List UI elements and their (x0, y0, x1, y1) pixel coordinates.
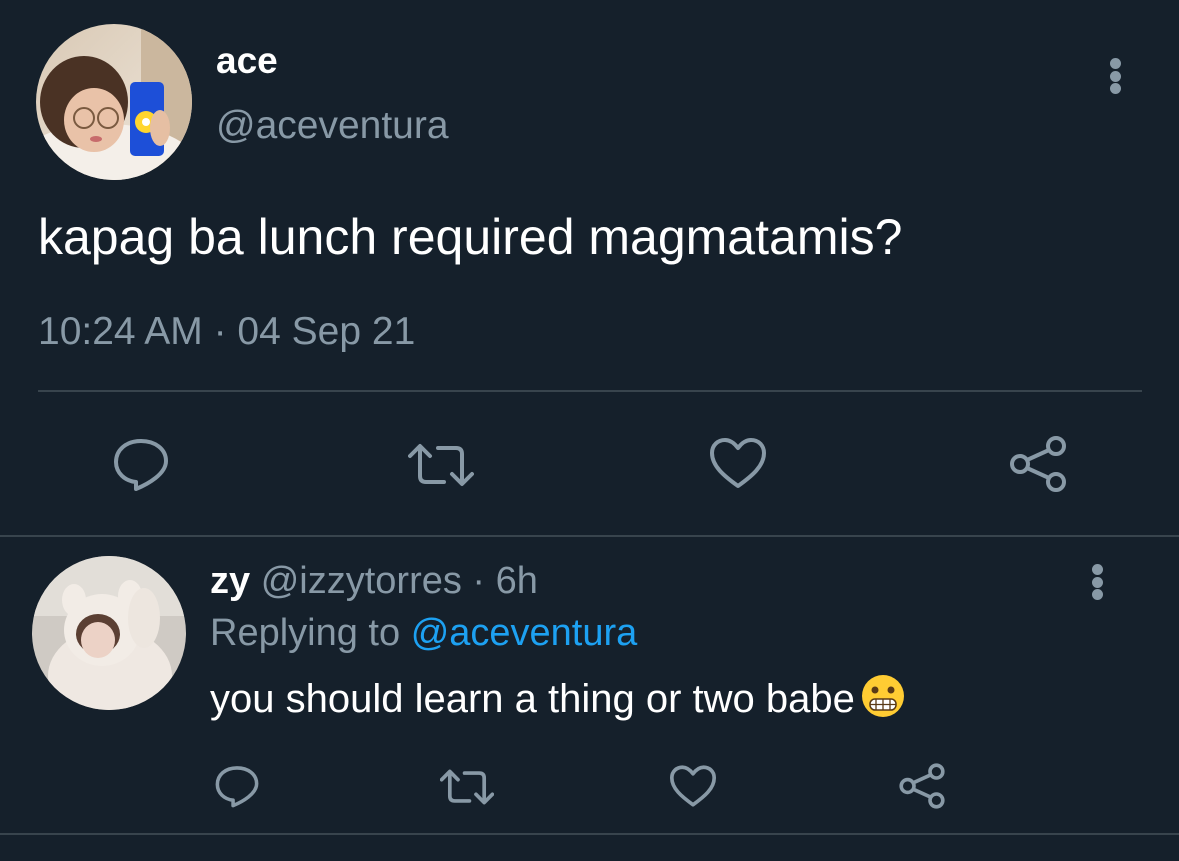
replying-mention[interactable]: @aceventura (411, 612, 638, 654)
main-avatar[interactable] (36, 24, 192, 180)
tweet-separator (0, 535, 1179, 537)
share-icon[interactable] (1008, 434, 1068, 494)
reply-like-icon[interactable] (668, 764, 718, 808)
replying-prefix: Replying to (210, 612, 401, 654)
reply-retweet-icon[interactable] (440, 768, 494, 806)
grimacing-face-emoji (861, 675, 904, 717)
reply-header: zy @izzytorres · 6h (210, 560, 538, 603)
reply-avatar[interactable] (32, 556, 186, 710)
main-more-options-icon[interactable] (1108, 58, 1122, 94)
main-divider (38, 390, 1142, 392)
like-icon[interactable] (708, 436, 768, 490)
reply-separator-line (0, 833, 1179, 835)
reply-handle[interactable]: @izzytorres (261, 560, 462, 602)
reply-share-icon[interactable] (898, 762, 946, 810)
replying-to-line: Replying to @aceventura (210, 612, 637, 655)
reply-text-line: you should learn a thing or two babe (210, 674, 905, 722)
reply-separator: · (472, 560, 486, 602)
main-handle[interactable]: @aceventura (216, 104, 449, 148)
retweet-icon[interactable] (408, 442, 474, 488)
reply-display-name[interactable]: zy (210, 560, 250, 602)
reply-reply-icon[interactable] (214, 764, 260, 808)
reply-age[interactable]: 6h (496, 560, 538, 602)
main-timestamp[interactable]: 10:24 AM · 04 Sep 21 (38, 310, 415, 354)
reply-text: you should learn a thing or two babe (210, 677, 855, 721)
main-tweet-text: kapag ba lunch required magmatamis? (38, 209, 903, 265)
reply-more-options-icon[interactable] (1090, 564, 1104, 600)
main-display-name[interactable]: ace (216, 40, 278, 82)
reply-icon[interactable] (112, 436, 170, 492)
